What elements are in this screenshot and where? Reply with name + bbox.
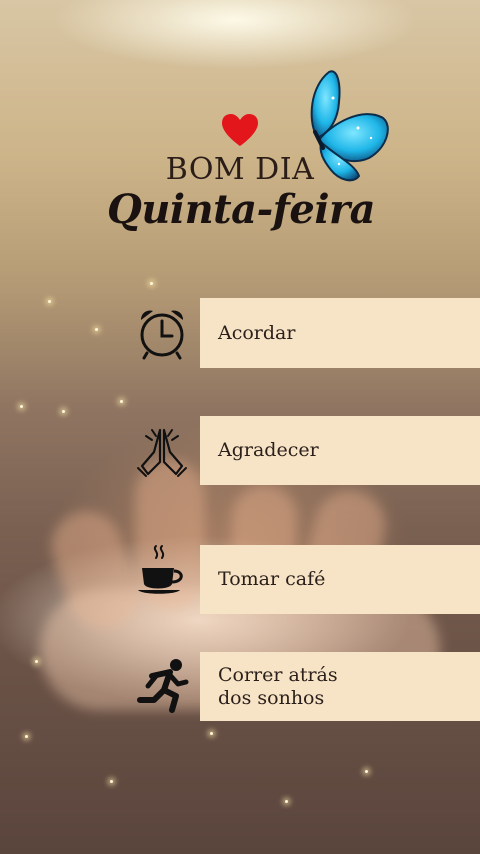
item-label: Tomar café — [218, 568, 326, 590]
alarm-clock-icon — [140, 310, 184, 360]
sparkle — [25, 735, 28, 738]
item-box: Tomar café — [200, 545, 480, 614]
item-box: Agradecer — [200, 416, 480, 485]
sparkle — [285, 800, 288, 803]
sparkle — [20, 405, 23, 408]
sparkle — [62, 410, 65, 413]
greeting-title: BOM DIA — [165, 152, 315, 187]
item-box: Correr atrás dos sonhos — [200, 652, 480, 721]
item-label: Agradecer — [218, 439, 319, 461]
sparkle — [35, 660, 38, 663]
heart-icon — [222, 114, 258, 146]
item-label: Acordar — [218, 321, 296, 344]
item-box: Acordar — [200, 298, 480, 368]
item-label: Correr atrás dos sonhos — [218, 663, 338, 709]
coffee-cup-icon — [138, 545, 183, 594]
praying-hands-icon — [137, 428, 187, 477]
weekday-title: Quinta-feira — [106, 186, 376, 233]
sparkle — [110, 780, 113, 783]
sparkle — [48, 300, 51, 303]
sparkle — [210, 732, 213, 735]
running-person-icon — [137, 659, 189, 713]
sparkle — [120, 400, 123, 403]
sparkle — [150, 282, 153, 285]
sparkle — [365, 770, 368, 773]
sparkle — [95, 328, 98, 331]
